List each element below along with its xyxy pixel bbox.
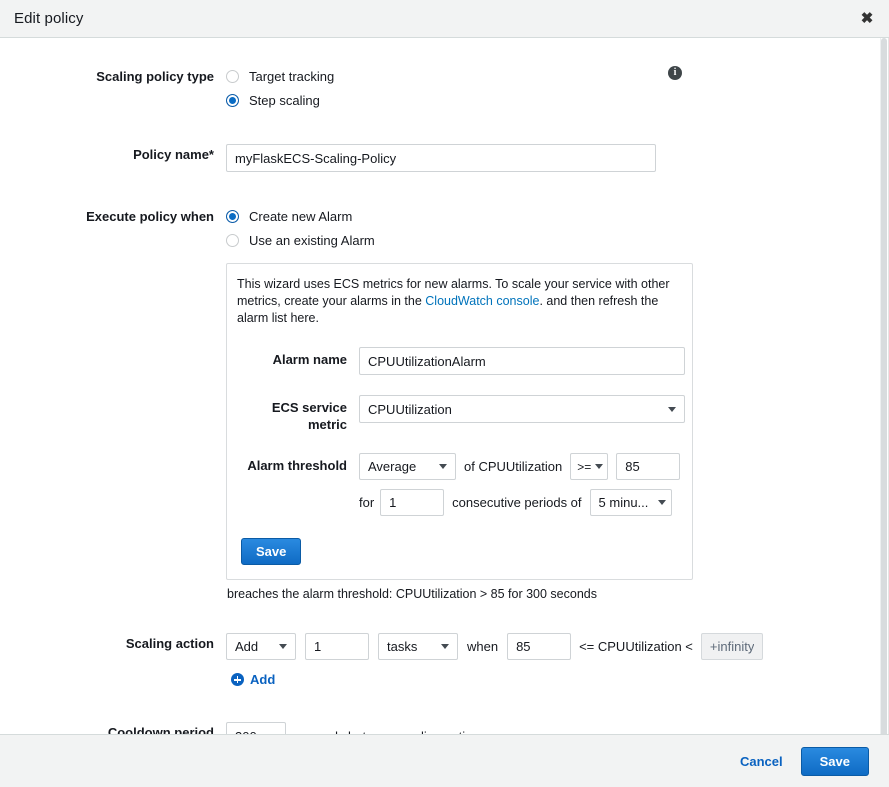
alarm-name-field	[359, 347, 685, 375]
chevron-down-icon	[441, 644, 449, 649]
plus-circle-icon	[231, 673, 244, 686]
policy-name-input[interactable]	[226, 144, 656, 172]
scaling-action-comparison-text: <= CPUUtilization <	[579, 639, 693, 654]
chevron-down-icon	[668, 406, 676, 412]
scaling-action-unit-select[interactable]: tasks	[378, 633, 458, 660]
cancel-button[interactable]: Cancel	[740, 754, 783, 769]
alarm-threshold-field: Average of CPUUtilization >= 85 for 1 co…	[359, 453, 681, 516]
alarm-threshold-value-input[interactable]	[616, 453, 681, 480]
cooldown-period-suffix: seconds between scaling actions	[296, 729, 486, 735]
scaling-action-type-select[interactable]: Add	[226, 633, 296, 660]
scaling-action-label: Scaling action	[125, 636, 214, 651]
close-icon[interactable]: ✖	[855, 7, 879, 31]
ecs-service-metric-label: ECS service metric	[271, 400, 347, 432]
alarm-threshold-for-text: for	[359, 495, 375, 510]
scrollbar-track[interactable]	[880, 38, 888, 734]
execute-policy-when-row: Execute policy when Create new Alarm Use…	[0, 206, 888, 601]
scaling-action-unit-value: tasks	[387, 639, 418, 654]
radio-label-target-tracking: Target tracking	[249, 69, 335, 84]
alarm-operator-value: >=	[577, 459, 592, 474]
scaling-action-lower-bound-input[interactable]	[507, 633, 572, 660]
alarm-threshold-line-1: Average of CPUUtilization >=	[359, 453, 681, 480]
edit-policy-form: Scaling policy type Target tracking Step…	[0, 38, 888, 734]
modal-footer: Cancel Save	[0, 734, 889, 787]
alarm-period-length-select[interactable]: 5 minu...	[589, 489, 672, 516]
alarm-threshold-label: Alarm threshold	[247, 458, 347, 473]
scaling-action-upper-bound-input	[700, 633, 763, 660]
radio-option-use-existing-alarm[interactable]: Use an existing Alarm	[226, 230, 888, 251]
cooldown-period-input[interactable]	[226, 722, 286, 734]
radio-label-use-existing-alarm: Use an existing Alarm	[249, 233, 375, 248]
save-button[interactable]: Save	[800, 746, 869, 776]
modal-titlebar: Edit policy ✖	[0, 0, 889, 38]
alarm-name-input[interactable]	[359, 347, 685, 375]
ecs-service-metric-row: ECS service metric CPUUtilization	[237, 395, 685, 433]
alarm-panel-description: This wizard uses ECS metrics for new ala…	[237, 276, 680, 327]
alarm-name-label: Alarm name	[272, 352, 347, 367]
radio-option-step-scaling[interactable]: Step scaling	[226, 90, 888, 111]
radio-use-existing-alarm[interactable]	[226, 234, 239, 247]
cooldown-period-line: seconds between scaling actions	[226, 722, 888, 734]
alarm-statistic-value: Average	[368, 459, 417, 474]
alarm-threshold-line-2: for consecutive periods of 5 minu...	[359, 489, 680, 516]
policy-name-field	[226, 144, 888, 172]
alarm-statistic-select[interactable]: Average	[359, 453, 456, 480]
chevron-down-icon	[658, 500, 667, 505]
execute-policy-when-label: Execute policy when	[86, 209, 214, 224]
scaling-action-field: Add tasks when <= CPUUtilization <	[226, 633, 888, 689]
alarm-breach-text: breaches the alarm threshold: CPUUtiliza…	[227, 587, 597, 601]
alarm-operator-select[interactable]: >=	[570, 453, 609, 480]
radio-label-step-scaling: Step scaling	[249, 93, 320, 108]
alarm-period-length-value: 5 minu...	[598, 495, 649, 510]
radio-option-target-tracking[interactable]: Target tracking	[226, 66, 888, 87]
scaling-action-when-text: when	[467, 639, 499, 654]
info-icon[interactable]: i	[668, 66, 682, 80]
radio-step-scaling[interactable]	[226, 94, 239, 107]
modal-title: Edit policy	[14, 10, 84, 27]
scrollbar-thumb[interactable]	[881, 38, 887, 734]
scaling-policy-type-options: Target tracking Step scaling	[226, 66, 888, 114]
alarm-panel: This wizard uses ECS metrics for new ala…	[226, 263, 693, 580]
radio-create-new-alarm[interactable]	[226, 210, 239, 223]
edit-policy-modal: Edit policy ✖ Scaling policy type Target…	[0, 0, 889, 787]
scaling-action-row: Scaling action Add tasks when	[0, 633, 888, 689]
alarm-save-button[interactable]: Save	[241, 538, 302, 565]
policy-name-label: Policy name*	[133, 147, 214, 162]
cooldown-period-field: seconds between scaling actions	[226, 722, 888, 734]
alarm-threshold-of-text: of CPUUtilization	[464, 459, 563, 474]
ecs-service-metric-field: CPUUtilization	[359, 395, 685, 423]
alarm-consecutive-text: consecutive periods of	[452, 495, 582, 510]
add-scaling-action-label: Add	[250, 672, 276, 687]
scaling-action-type-value: Add	[235, 639, 259, 654]
alarm-threshold-row: Alarm threshold Average of CPUUtilizatio…	[237, 453, 681, 516]
alarm-periods-input[interactable]	[380, 489, 445, 516]
scaling-action-amount-input[interactable]	[305, 633, 369, 660]
alarm-save-wrapper: Save	[237, 538, 680, 565]
modal-body: Scaling policy type Target tracking Step…	[0, 38, 889, 734]
cloudwatch-console-link[interactable]: CloudWatch console	[425, 294, 539, 308]
alarm-name-row: Alarm name	[237, 347, 685, 375]
chevron-down-icon	[279, 644, 287, 649]
ecs-service-metric-value: CPUUtilization	[368, 401, 452, 417]
add-scaling-action-button[interactable]: Add	[231, 672, 275, 687]
chevron-down-icon	[595, 464, 604, 469]
radio-option-create-new-alarm[interactable]: Create new Alarm	[226, 206, 888, 227]
scaling-action-line: Add tasks when <= CPUUtilization <	[226, 633, 888, 660]
policy-name-row: Policy name*	[0, 144, 888, 172]
ecs-service-metric-select[interactable]: CPUUtilization	[359, 395, 685, 423]
scaling-policy-type-row: Scaling policy type Target tracking Step…	[0, 66, 888, 114]
radio-label-create-new-alarm: Create new Alarm	[249, 209, 353, 224]
radio-target-tracking[interactable]	[226, 70, 239, 83]
cooldown-period-label: Cooldown period	[107, 725, 214, 734]
cooldown-period-row: Cooldown period seconds between scaling …	[0, 722, 888, 734]
scaling-policy-type-label: Scaling policy type	[96, 69, 214, 84]
chevron-down-icon	[439, 464, 447, 469]
execute-policy-when-field: Create new Alarm Use an existing Alarm T…	[226, 206, 888, 601]
